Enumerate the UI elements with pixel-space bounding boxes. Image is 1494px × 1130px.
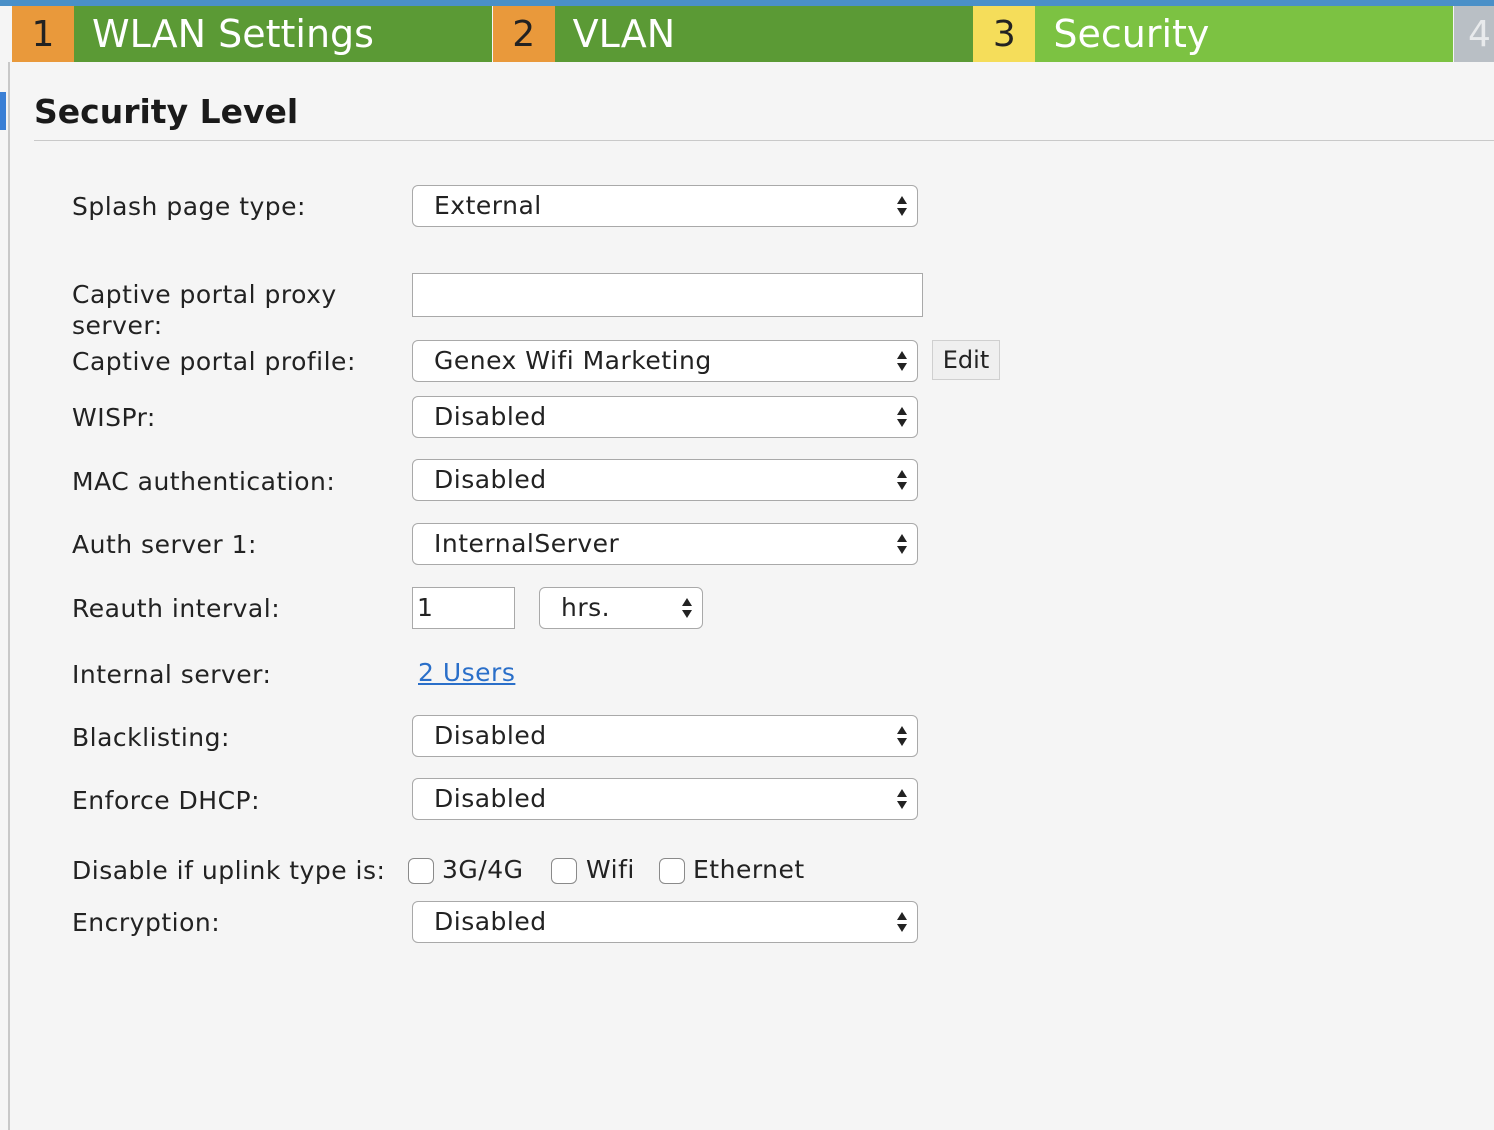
select-arrows-icon	[897, 910, 907, 934]
section-divider	[34, 140, 1494, 141]
wizard-step-4[interactable]: 4	[1454, 6, 1494, 62]
internal-server-label: Internal server:	[72, 660, 272, 689]
uplink-wifi-label: Wifi	[586, 855, 635, 884]
section-title: Security Level	[34, 92, 299, 131]
select-value: External	[434, 191, 542, 220]
wizard-step-vlan[interactable]: 2 VLAN	[492, 6, 973, 62]
uplink-3g4g-label: 3G/4G	[442, 855, 524, 884]
enforce-dhcp-select[interactable]: Disabled	[412, 778, 918, 820]
blacklisting-select[interactable]: Disabled	[412, 715, 918, 757]
encryption-label: Encryption:	[72, 908, 221, 937]
step-label: WLAN Settings	[74, 6, 492, 62]
enforce-dhcp-label: Enforce DHCP:	[72, 786, 261, 815]
select-value: hrs.	[561, 593, 611, 622]
select-value: Disabled	[434, 784, 547, 813]
select-arrows-icon	[897, 787, 907, 811]
wizard-step-wlan-settings[interactable]: 1 WLAN Settings	[12, 6, 492, 62]
reauth-interval-input[interactable]: 1	[412, 587, 515, 629]
reauth-interval-unit-select[interactable]: hrs.	[539, 587, 703, 629]
select-value: Disabled	[434, 907, 547, 936]
disable-uplink-label: Disable if uplink type is:	[72, 856, 386, 885]
captive-portal-proxy-input[interactable]	[412, 273, 923, 317]
select-value: InternalServer	[434, 529, 620, 558]
step-number: 2	[492, 6, 555, 62]
label-line: Captive portal proxy	[72, 280, 337, 309]
captive-portal-profile-select[interactable]: Genex Wifi Marketing	[412, 340, 918, 382]
reauth-interval-label: Reauth interval:	[72, 594, 281, 623]
step-label: VLAN	[554, 6, 973, 62]
encryption-select[interactable]: Disabled	[412, 901, 918, 943]
select-arrows-icon	[897, 194, 907, 218]
left-border	[8, 62, 10, 1130]
edit-profile-button[interactable]: Edit	[932, 340, 1000, 380]
select-value: Disabled	[434, 402, 547, 431]
select-arrows-icon	[897, 532, 907, 556]
select-arrows-icon	[897, 405, 907, 429]
uplink-wifi-checkbox[interactable]	[551, 858, 577, 884]
mac-authentication-select[interactable]: Disabled	[412, 459, 918, 501]
captive-portal-proxy-label: Captive portal proxy server:	[72, 279, 337, 341]
select-value: Genex Wifi Marketing	[434, 346, 712, 375]
wizard-steps: 1 WLAN Settings 2 VLAN 3 Security 4	[12, 6, 1494, 62]
label-line: server:	[72, 311, 163, 340]
select-value: Disabled	[434, 721, 547, 750]
splash-page-type-select[interactable]: External	[412, 185, 918, 227]
select-arrows-icon	[897, 724, 907, 748]
uplink-ethernet-label: Ethernet	[693, 855, 805, 884]
step-label: Security	[1035, 6, 1454, 62]
wispr-label: WISPr:	[72, 403, 156, 432]
wizard-step-security[interactable]: 3 Security	[973, 6, 1454, 62]
select-arrows-icon	[897, 349, 907, 373]
select-arrows-icon	[897, 468, 907, 492]
splash-page-type-label: Splash page type:	[72, 192, 306, 221]
step-number: 4	[1454, 6, 1494, 62]
select-value: Disabled	[434, 465, 547, 494]
captive-portal-profile-label: Captive portal profile:	[72, 347, 356, 376]
wispr-select[interactable]: Disabled	[412, 396, 918, 438]
internal-server-users-link[interactable]: 2 Users	[418, 658, 515, 687]
uplink-3g4g-checkbox[interactable]	[408, 858, 434, 884]
auth-server-1-label: Auth server 1:	[72, 530, 257, 559]
blacklisting-label: Blacklisting:	[72, 723, 230, 752]
left-accent-bar	[0, 92, 6, 130]
auth-server-1-select[interactable]: InternalServer	[412, 523, 918, 565]
step-number: 3	[973, 6, 1036, 62]
uplink-ethernet-checkbox[interactable]	[659, 858, 685, 884]
select-arrows-icon	[682, 596, 692, 620]
step-number: 1	[12, 6, 74, 62]
mac-authentication-label: MAC authentication:	[72, 467, 336, 496]
